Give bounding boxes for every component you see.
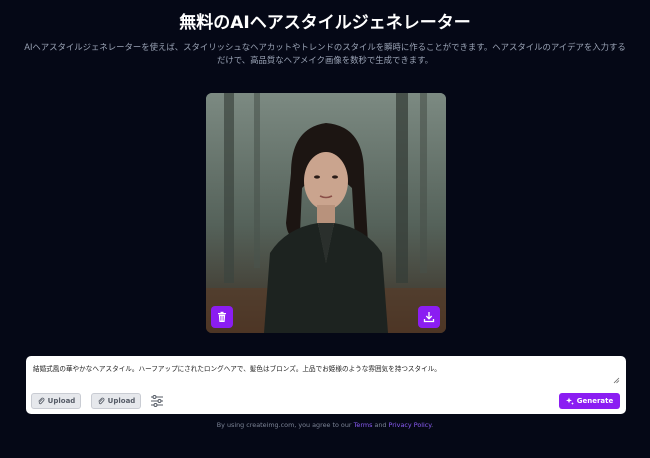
generated-image [206,93,446,333]
delete-button[interactable] [211,306,233,328]
footer-and: and [374,421,387,429]
page-title: 無料のAIヘアスタイルジェネレーター [179,13,471,33]
trash-icon [218,311,226,322]
download-icon [423,312,435,323]
prompt-textarea[interactable]: 結婚式風の華やかなヘアスタイル。ハーフアップにされたロングヘアで、髪色はブロンズ… [33,363,613,373]
sliders-settings-icon[interactable] [150,394,164,408]
paperclip-icon [37,397,45,405]
terms-link[interactable]: Terms [354,421,373,429]
footer-disclaimer: By using createimg.com, you agree to our… [0,421,650,429]
prompt-panel: 結婚式風の華やかなヘアスタイル。ハーフアップにされたロングヘアで、髪色はブロンズ… [26,356,626,414]
download-button[interactable] [418,306,440,328]
generate-label: Generate [576,397,614,405]
upload-label-1: Upload [47,397,76,405]
upload-button-1[interactable]: Upload [31,393,81,409]
upload-button-2[interactable]: Upload [91,393,141,409]
resize-grip-icon[interactable] [613,377,620,384]
portrait-illustration [206,93,446,333]
privacy-policy-link[interactable]: Privacy Policy [389,421,432,429]
paperclip-icon [97,397,105,405]
footer-prefix: By using createimg.com, you agree to our [216,421,352,429]
upload-label-2: Upload [107,397,136,405]
page-subtitle: AIヘアスタイルジェネレーターを使えば、スタイリッシュなヘアカットやトレンドのス… [24,42,626,65]
sparkle-icon [565,397,574,405]
footer-suffix: . [431,421,434,429]
generate-button[interactable]: Generate [559,393,620,409]
